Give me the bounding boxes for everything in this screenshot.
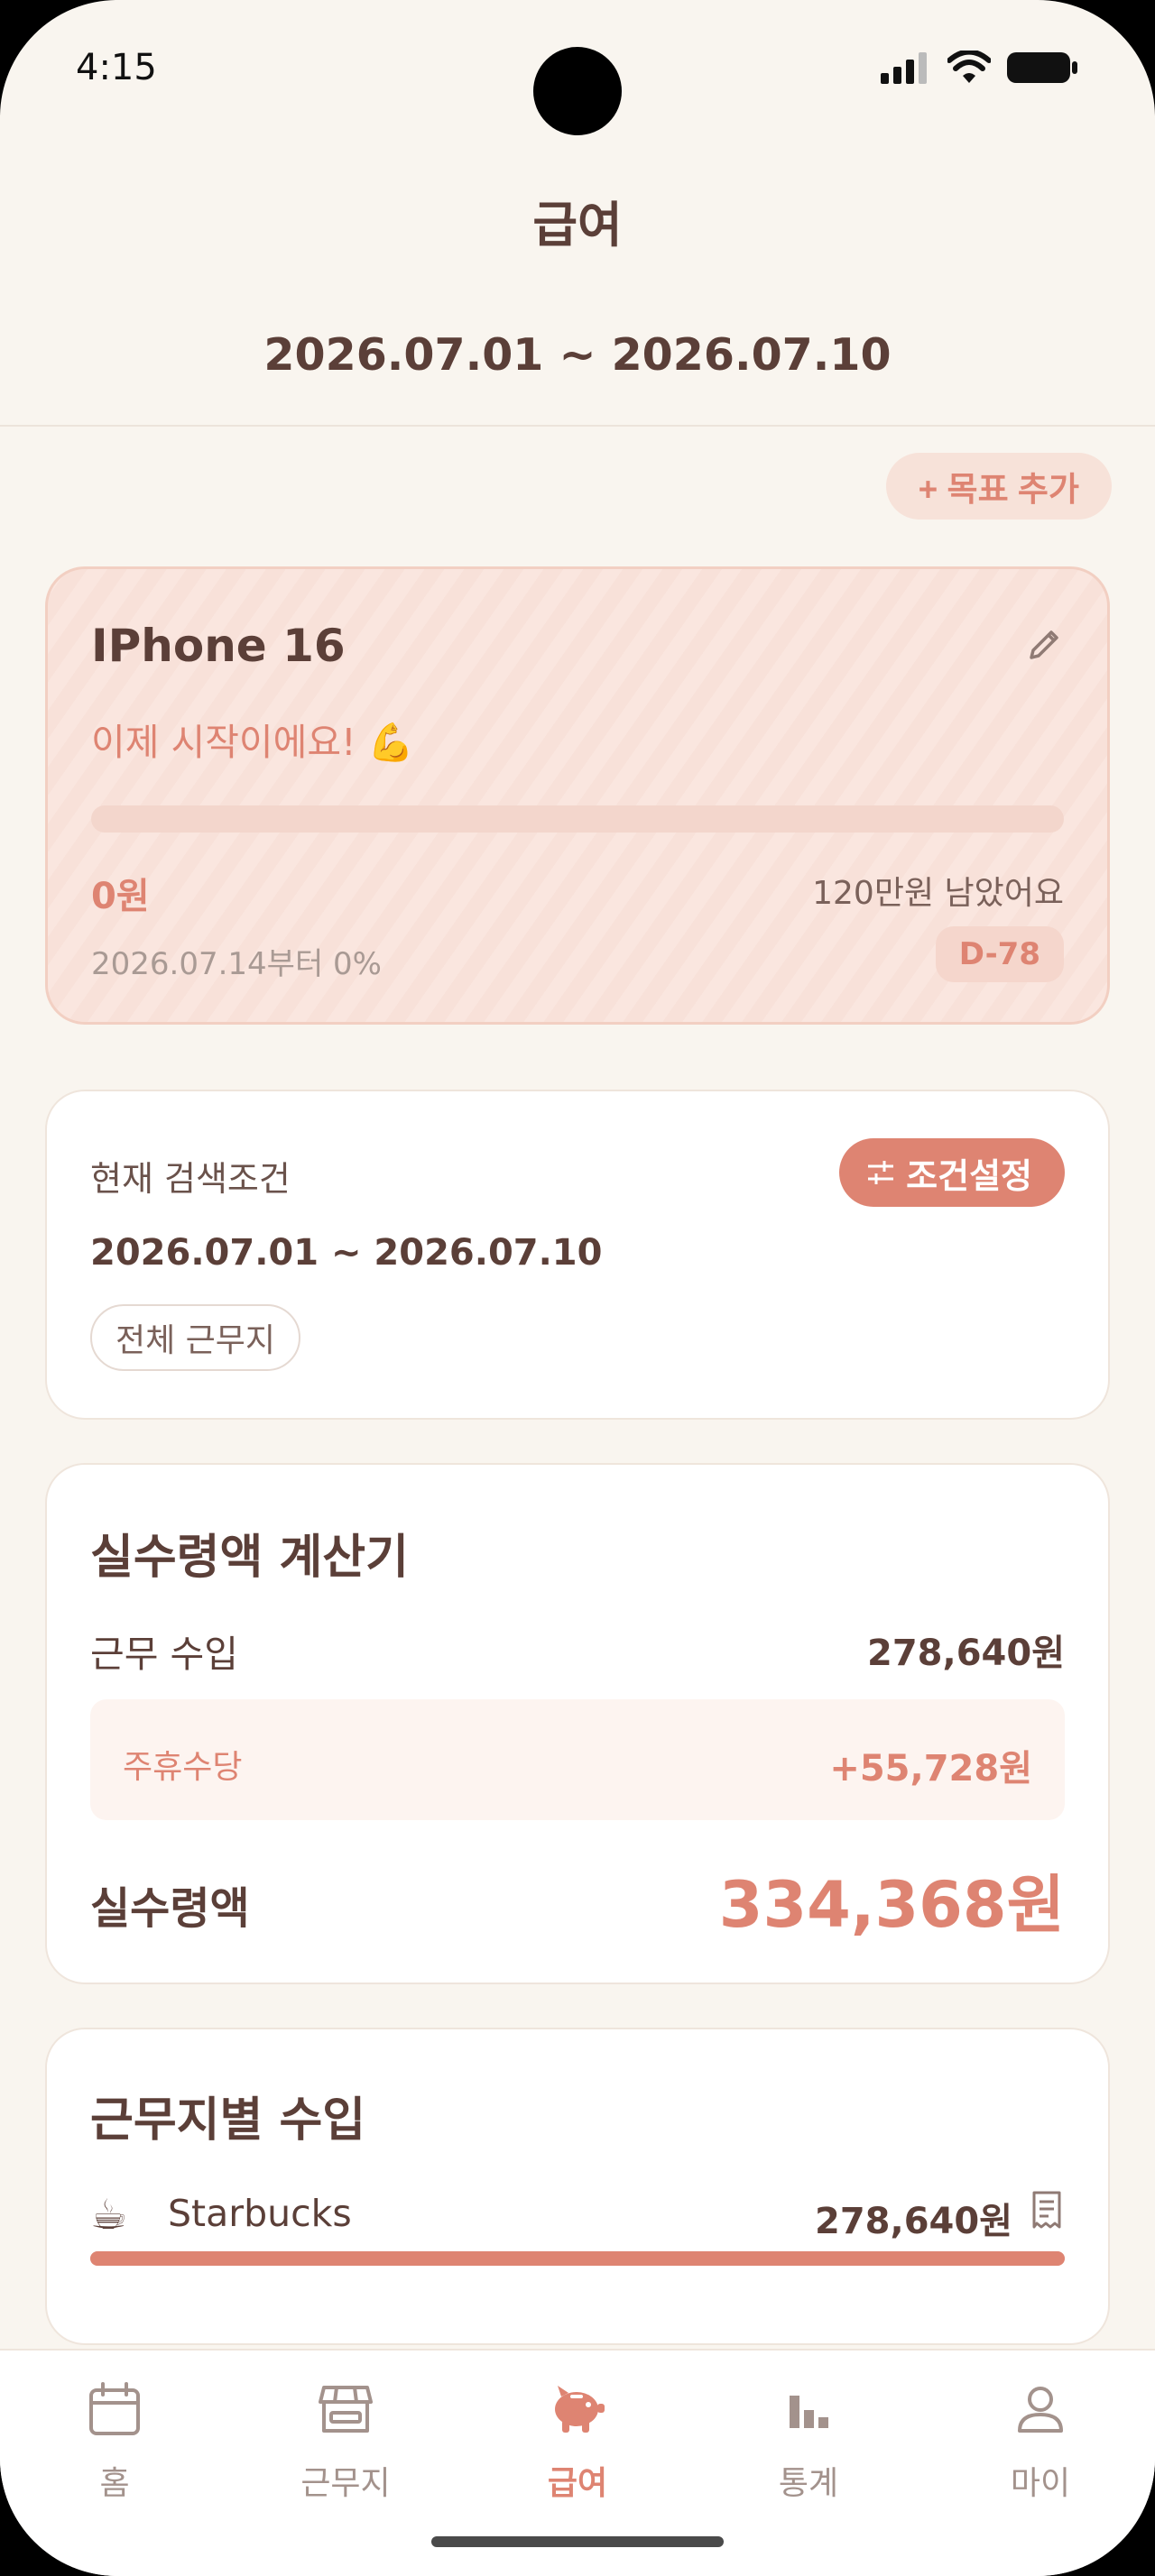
goal-name: IPhone 16 xyxy=(91,620,346,672)
add-goal-button[interactable]: + 목표 추가 xyxy=(885,453,1112,520)
store-icon xyxy=(319,2386,373,2433)
goal-card[interactable]: IPhone 16 이제 시작이에요! 💪 0원 120만원 남았어요 2026… xyxy=(45,566,1110,1025)
edit-pencil-icon[interactable] xyxy=(1026,625,1064,663)
condition-settings-button[interactable]: 조건설정 xyxy=(839,1138,1065,1207)
weekly-allowance-value: +55,728원 xyxy=(829,1748,1032,1789)
condition-settings-label: 조건설정 xyxy=(906,1157,1032,1196)
page-title: 급여 xyxy=(532,197,623,253)
tab-salary[interactable]: 급여 xyxy=(487,2378,668,2504)
app-screen: 4:15 급여 2026.07.01 ~ 2026.07.10 + 목표 추가 … xyxy=(0,0,1155,2576)
net-pay-label: 실수령액 xyxy=(90,1883,250,1934)
calculator-title: 실수령액 계산기 xyxy=(90,1531,409,1585)
tab-home[interactable]: 홈 xyxy=(24,2378,205,2504)
status-time: 4:15 xyxy=(76,47,157,88)
coffee-icon: ☕ xyxy=(90,2190,128,2239)
workplace-amount: 278,640원 xyxy=(815,2201,1012,2242)
goal-dday-badge: D-78 xyxy=(935,926,1064,982)
filter-range: 2026.07.01 ~ 2026.07.10 xyxy=(90,1232,603,1274)
home-indicator xyxy=(431,2536,724,2547)
goal-start-info: 2026.07.14부터 0% xyxy=(91,946,382,982)
tab-salary-label: 급여 xyxy=(547,2465,608,2502)
workplace-filter-chip[interactable]: 전체 근무지 xyxy=(90,1304,301,1371)
goal-remaining: 120만원 남았어요 xyxy=(812,875,1064,912)
search-condition-card: 현재 검색조건 조건설정 2026.07.01 ~ 2026.07.10 전체 … xyxy=(45,1090,1110,1420)
sliders-icon xyxy=(868,1161,894,1184)
tab-workplace-label: 근무지 xyxy=(300,2465,391,2502)
workplace-income-title: 근무지별 수입 xyxy=(90,2093,366,2148)
workplace-income-bar xyxy=(90,2251,1065,2266)
net-pay-value: 334,368원 xyxy=(718,1868,1065,1942)
weekly-allowance-box: 주휴수당 +55,728원 xyxy=(90,1699,1065,1820)
weekly-allowance-label: 주휴수당 xyxy=(123,1749,243,1786)
workplace-income-card: 근무지별 수입 ☕ Starbucks 278,640원 xyxy=(45,2028,1110,2345)
calendar-icon xyxy=(89,2382,140,2435)
person-icon xyxy=(1018,2387,1063,2433)
piggy-bank-icon xyxy=(555,2386,605,2433)
goal-current-amount: 0원 xyxy=(91,876,150,917)
tab-home-label: 홈 xyxy=(99,2465,130,2502)
tab-stats-label: 통계 xyxy=(778,2465,839,2502)
period-range[interactable]: 2026.07.01 ~ 2026.07.10 xyxy=(0,329,1155,381)
goal-message: 이제 시작이에요! 💪 xyxy=(91,721,414,764)
tab-my-label: 마이 xyxy=(1010,2465,1071,2502)
bar-chart-icon xyxy=(790,2396,828,2428)
net-pay-calculator-card: 실수령액 계산기 근무 수입 278,640원 주휴수당 +55,728원 실수… xyxy=(45,1463,1110,1984)
tab-workplace[interactable]: 근무지 xyxy=(255,2378,436,2504)
tab-stats[interactable]: 통계 xyxy=(718,2378,899,2504)
work-income-value: 278,640원 xyxy=(867,1633,1065,1674)
tab-my[interactable]: 마이 xyxy=(950,2378,1131,2504)
receipt-icon[interactable] xyxy=(1029,2190,1065,2230)
workplace-income-bar-fill xyxy=(90,2251,1065,2266)
camera-cutout xyxy=(533,47,622,135)
status-icons xyxy=(881,51,1079,85)
goal-progress-bar xyxy=(91,805,1064,833)
workplace-name: Starbucks xyxy=(168,2192,352,2235)
filter-label: 현재 검색조건 xyxy=(90,1159,291,1199)
battery-icon xyxy=(1007,52,1077,83)
wifi-icon xyxy=(947,51,991,83)
signal-icon xyxy=(881,52,927,84)
work-income-label: 근무 수입 xyxy=(90,1633,238,1676)
header-divider xyxy=(0,425,1155,427)
